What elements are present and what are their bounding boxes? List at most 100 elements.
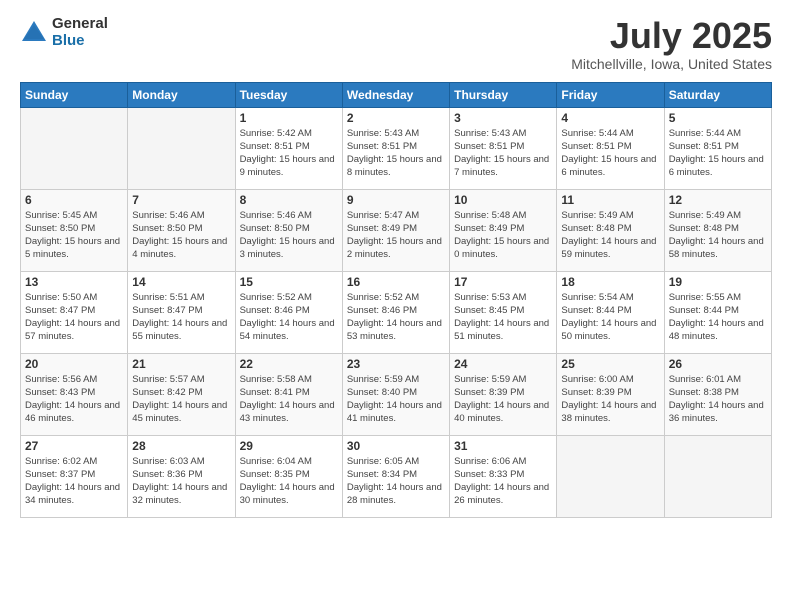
day-detail: Sunrise: 5:55 AMSunset: 8:44 PMDaylight:… (669, 291, 767, 344)
day-detail: Sunrise: 6:00 AMSunset: 8:39 PMDaylight:… (561, 373, 659, 426)
day-number: 18 (561, 275, 659, 289)
logo-general: General (52, 16, 108, 33)
day-detail: Sunrise: 5:43 AMSunset: 8:51 PMDaylight:… (347, 127, 445, 180)
calendar-cell: 4 Sunrise: 5:44 AMSunset: 8:51 PMDaylight… (557, 107, 664, 189)
calendar-cell: 9 Sunrise: 5:47 AMSunset: 8:49 PMDaylight… (342, 189, 449, 271)
logo: General Blue (20, 16, 108, 49)
day-detail: Sunrise: 5:53 AMSunset: 8:45 PMDaylight:… (454, 291, 552, 344)
day-number: 24 (454, 357, 552, 371)
day-number: 10 (454, 193, 552, 207)
day-number: 12 (669, 193, 767, 207)
calendar-cell: 14 Sunrise: 5:51 AMSunset: 8:47 PMDayligh… (128, 271, 235, 353)
day-detail: Sunrise: 6:05 AMSunset: 8:34 PMDaylight:… (347, 455, 445, 508)
day-number: 16 (347, 275, 445, 289)
day-detail: Sunrise: 5:46 AMSunset: 8:50 PMDaylight:… (240, 209, 338, 262)
calendar-cell: 24Sunrise: 5:59 AMSunset: 8:39 PMDayligh… (450, 353, 557, 435)
calendar-cell: 3Sunrise: 5:43 AMSunset: 8:51 PMDaylight… (450, 107, 557, 189)
day-number: 14 (132, 275, 230, 289)
calendar-cell: 27 Sunrise: 6:02 AMSunset: 8:37 PMDayligh… (21, 435, 128, 517)
calendar-cell: 26 Sunrise: 6:01 AMSunset: 8:38 PMDayligh… (664, 353, 771, 435)
weekday-header: Sunday (21, 82, 128, 107)
day-detail: Sunrise: 5:47 AMSunset: 8:49 PMDaylight:… (347, 209, 445, 262)
calendar-cell: 15 Sunrise: 5:52 AMSunset: 8:46 PMDayligh… (235, 271, 342, 353)
calendar-cell (664, 435, 771, 517)
day-detail: Sunrise: 6:06 AMSunset: 8:33 PMDaylight:… (454, 455, 552, 508)
calendar-cell (21, 107, 128, 189)
day-detail: Sunrise: 5:52 AMSunset: 8:46 PMDaylight:… (347, 291, 445, 344)
day-detail: Sunrise: 5:57 AMSunset: 8:42 PMDaylight:… (132, 373, 230, 426)
day-detail: Sunrise: 6:03 AMSunset: 8:36 PMDaylight:… (132, 455, 230, 508)
calendar-cell: 1 Sunrise: 5:42 AMSunset: 8:51 PMDaylight… (235, 107, 342, 189)
title-block: July 2025 Mitchellville, Iowa, United St… (571, 16, 772, 72)
calendar-cell: 20 Sunrise: 5:56 AMSunset: 8:43 PMDayligh… (21, 353, 128, 435)
day-detail: Sunrise: 6:04 AMSunset: 8:35 PMDaylight:… (240, 455, 338, 508)
day-number: 22 (240, 357, 338, 371)
day-number: 23 (347, 357, 445, 371)
calendar-cell (128, 107, 235, 189)
day-number: 5 (669, 111, 767, 125)
day-detail: Sunrise: 5:50 AMSunset: 8:47 PMDaylight:… (25, 291, 123, 344)
calendar-cell: 6 Sunrise: 5:45 AMSunset: 8:50 PMDaylight… (21, 189, 128, 271)
calendar-header-row: SundayMondayTuesdayWednesdayThursdayFrid… (21, 82, 772, 107)
day-detail: Sunrise: 5:46 AMSunset: 8:50 PMDaylight:… (132, 209, 230, 262)
day-detail: Sunrise: 5:48 AMSunset: 8:49 PMDaylight:… (454, 209, 552, 262)
day-detail: Sunrise: 5:54 AMSunset: 8:44 PMDaylight:… (561, 291, 659, 344)
calendar-week-row: 6 Sunrise: 5:45 AMSunset: 8:50 PMDaylight… (21, 189, 772, 271)
calendar-cell: 10 Sunrise: 5:48 AMSunset: 8:49 PMDayligh… (450, 189, 557, 271)
calendar-cell: 17Sunrise: 5:53 AMSunset: 8:45 PMDayligh… (450, 271, 557, 353)
day-number: 6 (25, 193, 123, 207)
calendar-cell: 23 Sunrise: 5:59 AMSunset: 8:40 PMDayligh… (342, 353, 449, 435)
calendar-week-row: 27 Sunrise: 6:02 AMSunset: 8:37 PMDayligh… (21, 435, 772, 517)
day-detail: Sunrise: 5:45 AMSunset: 8:50 PMDaylight:… (25, 209, 123, 262)
day-detail: Sunrise: 5:49 AMSunset: 8:48 PMDaylight:… (561, 209, 659, 262)
day-detail: Sunrise: 5:51 AMSunset: 8:47 PMDaylight:… (132, 291, 230, 344)
day-detail: Sunrise: 5:59 AMSunset: 8:40 PMDaylight:… (347, 373, 445, 426)
page: General Blue July 2025 Mitchellville, Io… (0, 0, 792, 612)
day-number: 31 (454, 439, 552, 453)
main-title: July 2025 (571, 16, 772, 56)
calendar-cell: 29Sunrise: 6:04 AMSunset: 8:35 PMDayligh… (235, 435, 342, 517)
day-number: 13 (25, 275, 123, 289)
subtitle: Mitchellville, Iowa, United States (571, 56, 772, 72)
day-number: 28 (132, 439, 230, 453)
weekday-header: Thursday (450, 82, 557, 107)
calendar-cell: 21 Sunrise: 5:57 AMSunset: 8:42 PMDayligh… (128, 353, 235, 435)
logo-text: General Blue (52, 16, 108, 49)
day-number: 3 (454, 111, 552, 125)
day-detail: Sunrise: 6:01 AMSunset: 8:38 PMDaylight:… (669, 373, 767, 426)
weekday-header: Tuesday (235, 82, 342, 107)
day-number: 27 (25, 439, 123, 453)
day-detail: Sunrise: 5:44 AMSunset: 8:51 PMDaylight:… (561, 127, 659, 180)
day-number: 19 (669, 275, 767, 289)
day-detail: Sunrise: 5:52 AMSunset: 8:46 PMDaylight:… (240, 291, 338, 344)
day-number: 1 (240, 111, 338, 125)
weekday-header: Friday (557, 82, 664, 107)
day-detail: Sunrise: 5:42 AMSunset: 8:51 PMDaylight:… (240, 127, 338, 180)
calendar-cell: 13 Sunrise: 5:50 AMSunset: 8:47 PMDayligh… (21, 271, 128, 353)
logo-icon (20, 19, 48, 47)
day-number: 4 (561, 111, 659, 125)
day-detail: Sunrise: 5:58 AMSunset: 8:41 PMDaylight:… (240, 373, 338, 426)
day-detail: Sunrise: 6:02 AMSunset: 8:37 PMDaylight:… (25, 455, 123, 508)
day-number: 15 (240, 275, 338, 289)
day-number: 21 (132, 357, 230, 371)
calendar-cell: 7 Sunrise: 5:46 AMSunset: 8:50 PMDaylight… (128, 189, 235, 271)
day-number: 9 (347, 193, 445, 207)
weekday-header: Saturday (664, 82, 771, 107)
day-number: 20 (25, 357, 123, 371)
day-number: 11 (561, 193, 659, 207)
calendar-cell: 16 Sunrise: 5:52 AMSunset: 8:46 PMDayligh… (342, 271, 449, 353)
calendar-cell: 8 Sunrise: 5:46 AMSunset: 8:50 PMDaylight… (235, 189, 342, 271)
calendar-cell: 5 Sunrise: 5:44 AMSunset: 8:51 PMDaylight… (664, 107, 771, 189)
day-number: 25 (561, 357, 659, 371)
day-detail: Sunrise: 5:56 AMSunset: 8:43 PMDaylight:… (25, 373, 123, 426)
day-number: 7 (132, 193, 230, 207)
calendar-cell: 22 Sunrise: 5:58 AMSunset: 8:41 PMDayligh… (235, 353, 342, 435)
day-detail: Sunrise: 5:44 AMSunset: 8:51 PMDaylight:… (669, 127, 767, 180)
weekday-header: Monday (128, 82, 235, 107)
day-number: 26 (669, 357, 767, 371)
calendar-cell: 11 Sunrise: 5:49 AMSunset: 8:48 PMDayligh… (557, 189, 664, 271)
day-number: 2 (347, 111, 445, 125)
calendar-table: SundayMondayTuesdayWednesdayThursdayFrid… (20, 82, 772, 518)
day-number: 8 (240, 193, 338, 207)
